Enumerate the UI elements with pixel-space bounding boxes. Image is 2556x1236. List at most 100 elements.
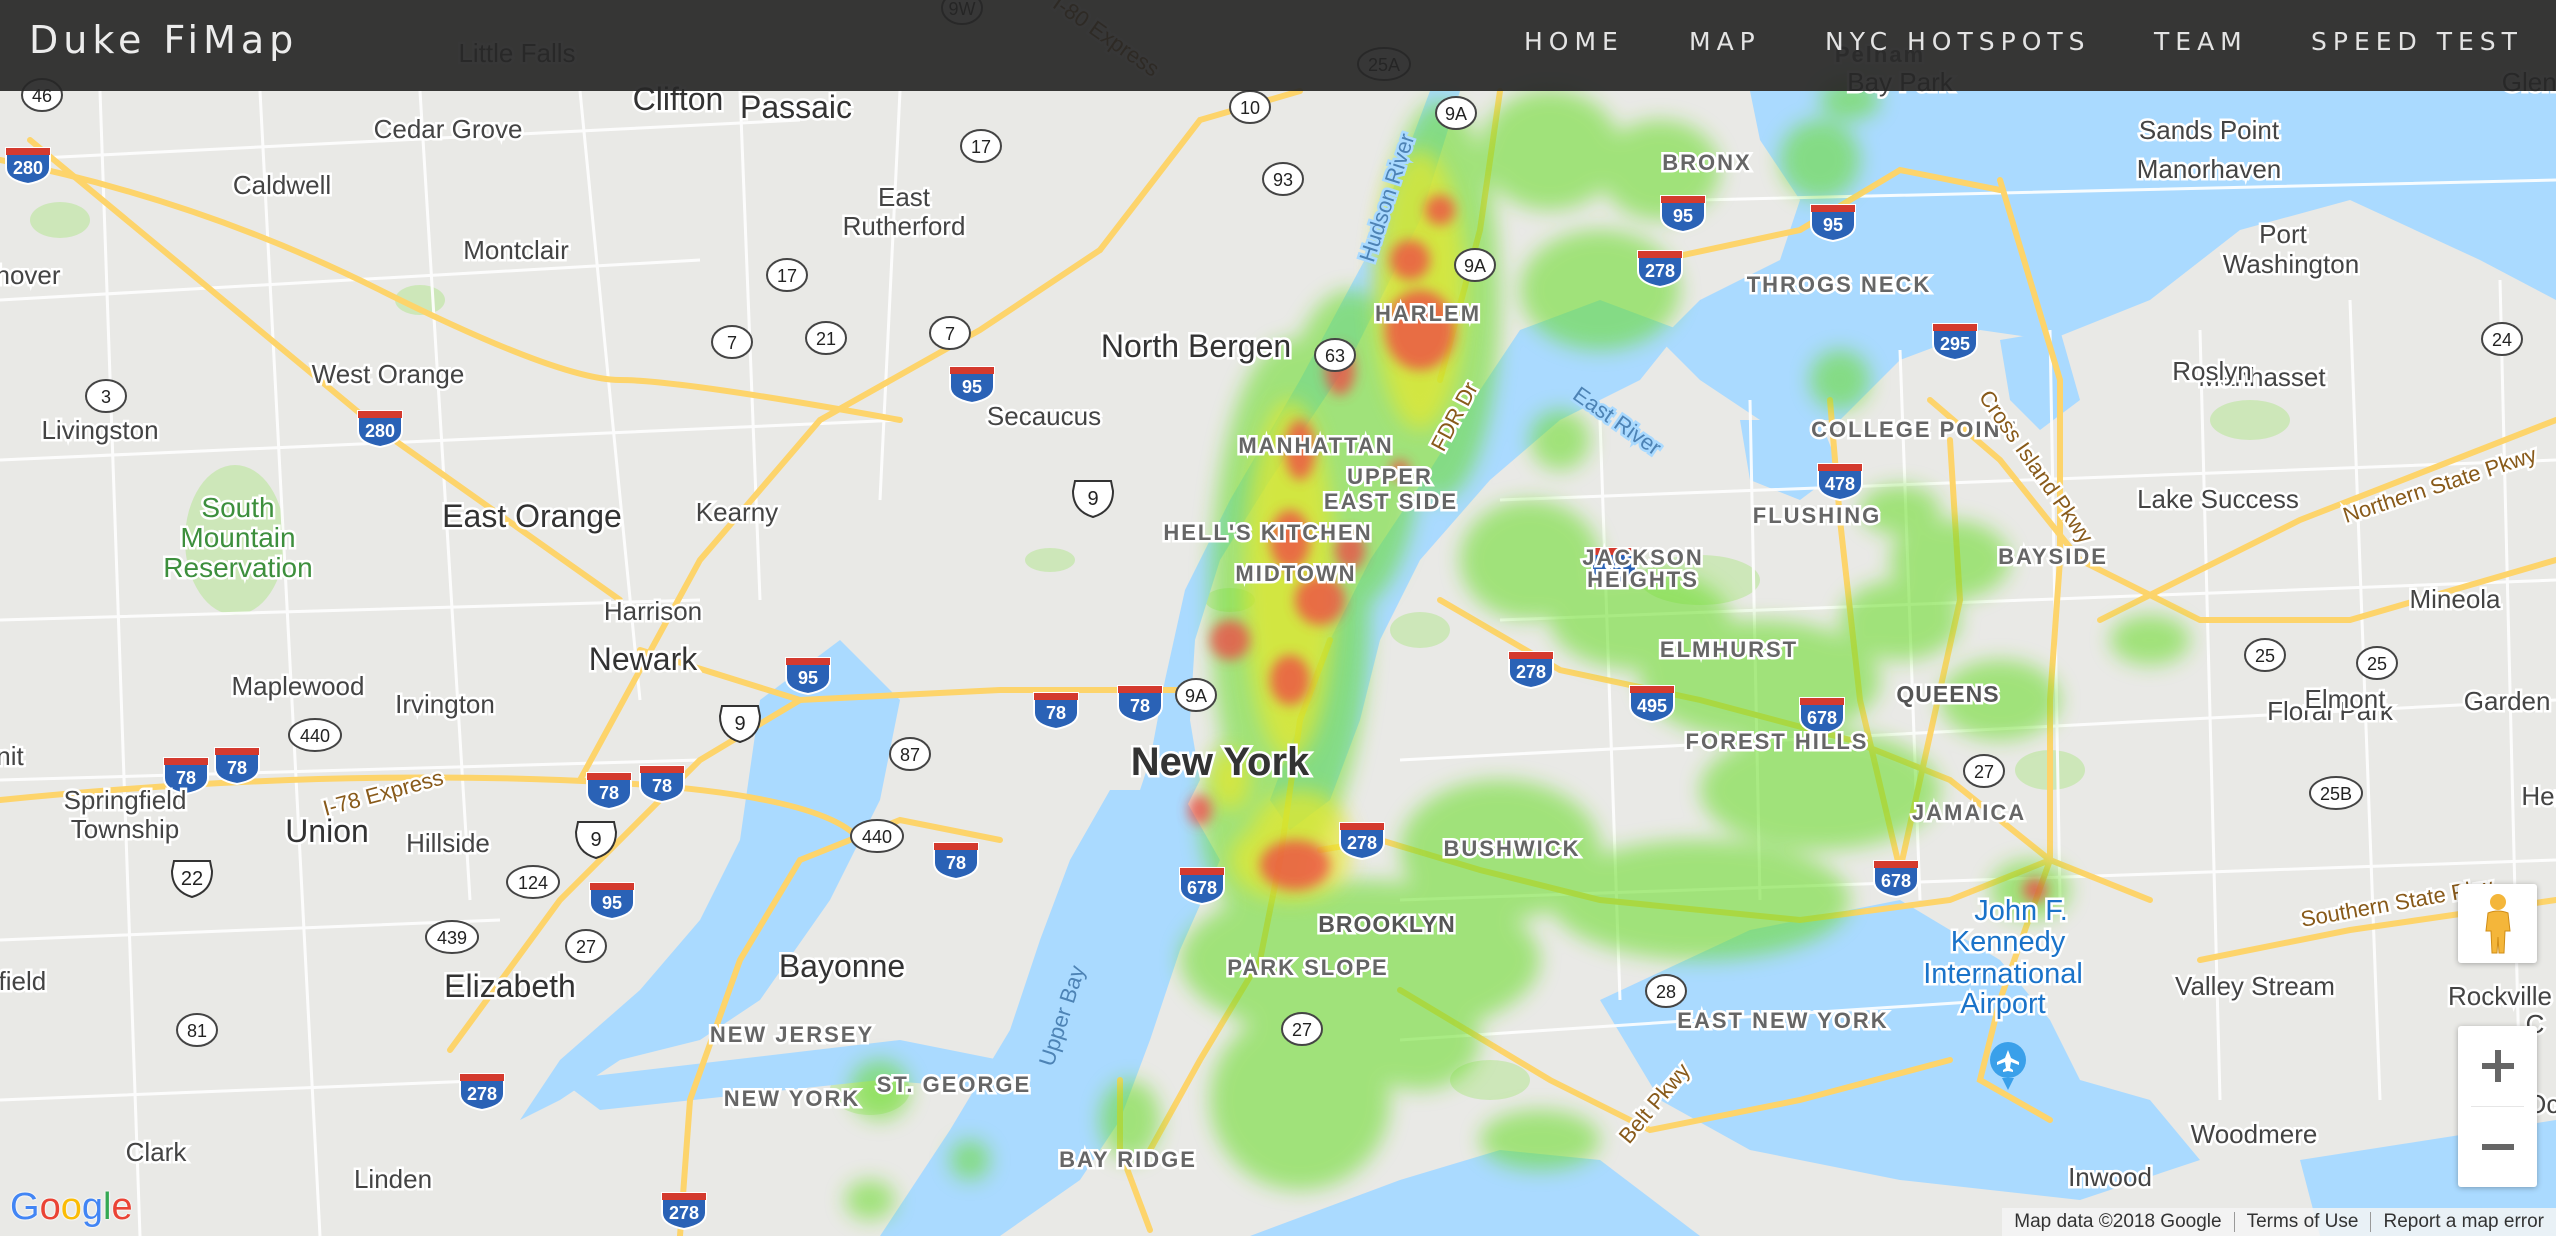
zoom-in-button[interactable] (2458, 1026, 2537, 1106)
svg-text:95: 95 (602, 893, 622, 913)
map-label-city: East Orange (442, 498, 622, 534)
svg-text:78: 78 (227, 758, 247, 778)
map-label-town: Clark (126, 1137, 188, 1167)
svg-text:9: 9 (734, 713, 745, 735)
svg-text:25: 25 (2255, 646, 2275, 666)
map-label-neighborhood: BAY RIDGE (1059, 1147, 1197, 1172)
svg-text:678: 678 (1187, 878, 1217, 898)
map-label-town: Linden (354, 1164, 432, 1194)
svg-text:7: 7 (727, 333, 737, 353)
report-map-error-link[interactable]: Report a map error (2371, 1211, 2556, 1233)
nav-map[interactable]: MAP (1689, 27, 1761, 56)
svg-text:28: 28 (1656, 982, 1676, 1002)
map-label-neighborhood: ST. GEORGE (877, 1072, 1031, 1097)
svg-text:95: 95 (1823, 215, 1843, 235)
map-label-neighborhood: HARLEM (1375, 301, 1481, 326)
state-route-shield-icon: 9A (1435, 96, 1477, 130)
brand-logo[interactable]: Duke FiMap (29, 18, 298, 62)
svg-text:93: 93 (1273, 170, 1293, 190)
svg-text:95: 95 (798, 668, 818, 688)
map-label-town: Mineola (2409, 584, 2501, 614)
interstate-shield-icon: 95 (1660, 195, 1706, 234)
svg-text:478: 478 (1825, 474, 1855, 494)
state-route-shield-icon: 21 (805, 321, 847, 355)
svg-text:495: 495 (1637, 696, 1667, 716)
map-label-town: estfield (0, 966, 46, 996)
map-label-neighborhood: NEW YORK (724, 1086, 861, 1111)
pegman-icon (2484, 893, 2511, 953)
svg-text:87: 87 (900, 745, 920, 765)
map-label-town: Livingston (41, 415, 158, 445)
terms-of-use-link[interactable]: Terms of Use (2235, 1211, 2371, 1233)
svg-text:78: 78 (599, 783, 619, 803)
map-label-town: Irvington (395, 689, 495, 719)
map-label-airport: Airport (1960, 988, 2045, 1020)
svg-text:81: 81 (187, 1021, 207, 1041)
interstate-shield-icon: 280 (357, 410, 403, 449)
map-label-neighborhood: BUSHWICK (1444, 836, 1581, 861)
svg-text:9: 9 (1087, 488, 1098, 510)
state-route-shield-icon: 9A (1175, 678, 1217, 712)
svg-text:27: 27 (576, 937, 596, 957)
map-label-park: Mountain (180, 522, 295, 553)
svg-text:278: 278 (1347, 833, 1377, 853)
interstate-shield-icon: 295 (1932, 323, 1978, 362)
map-label-neighborhood: BAYSIDE (1998, 544, 2108, 569)
interstate-shield-icon: 278 (1637, 250, 1683, 289)
state-route-shield-icon: 81 (176, 1013, 218, 1047)
map-label-town: Rutherford (843, 211, 966, 241)
map-label-neighborhood: ELMHURST (1660, 637, 1798, 662)
svg-text:63: 63 (1325, 346, 1345, 366)
map-label-town: Garden Ci (2464, 686, 2556, 716)
svg-text:678: 678 (1881, 871, 1911, 891)
map-label-town: East (878, 182, 931, 212)
nav-speed-test[interactable]: SPEED TEST (2311, 27, 2523, 56)
map-canvas[interactable]: 2802809595 95959578 7878 787878278278278278… (0, 0, 2556, 1236)
map-label-neighborhood: PARK SLOPE (1227, 955, 1388, 980)
svg-text:95: 95 (1673, 206, 1693, 226)
interstate-shield-icon: 278 (1508, 651, 1554, 690)
interstate-shield-icon: 95 (949, 366, 995, 405)
state-route-shield-icon: 25 (2356, 646, 2398, 680)
interstate-shield-icon: 78 (933, 842, 979, 881)
map-label-town: Elmont (2305, 684, 2387, 714)
interstate-shield-icon: 280 (5, 147, 51, 186)
state-route-shield-icon: 87 (889, 737, 931, 771)
svg-text:22: 22 (181, 868, 203, 890)
nav-home[interactable]: HOME (1524, 27, 1624, 56)
state-route-shield-icon: 7 (929, 316, 971, 350)
svg-text:78: 78 (1130, 696, 1150, 716)
map-label-town: Hemp (2521, 781, 2556, 811)
map-attribution: Map data ©2018 Google Terms of Use Repor… (2002, 1208, 2556, 1236)
map-label-town: Manorhaven (2137, 154, 2282, 184)
map-label-city: North Bergen (1101, 328, 1291, 364)
nav-team[interactable]: TEAM (2154, 27, 2248, 56)
zoom-out-button[interactable] (2458, 1107, 2537, 1187)
street-view-pegman-button[interactable] (2458, 884, 2537, 963)
state-route-shield-icon: 24 (2481, 322, 2523, 356)
map-label-bold: BROOKLYN (1318, 911, 1456, 937)
svg-text:278: 278 (669, 1203, 699, 1223)
map-label-city: Passaic (740, 89, 852, 125)
map-label-neighborhood: FOREST HILLS (1686, 729, 1869, 754)
map-label-town: Maplewood (232, 671, 365, 701)
nav-nyc-hotspots[interactable]: NYC HOTSPOTS (1825, 27, 2091, 56)
svg-text:440: 440 (862, 827, 892, 847)
map-label-city: Bayonne (779, 948, 905, 984)
svg-text:9: 9 (590, 829, 601, 851)
svg-text:3: 3 (101, 387, 111, 407)
state-route-shield-icon: 10 (1229, 90, 1271, 124)
map-label-town: Washington (2223, 249, 2359, 279)
svg-text:95: 95 (962, 377, 982, 397)
map-label-neighborhood: MANHATTAN (1238, 433, 1393, 458)
map-label-town: West Orange (312, 359, 465, 389)
google-logo[interactable]: Google (10, 1186, 133, 1229)
map-label-city: Elizabeth (444, 968, 576, 1004)
map-data-credit: Map data ©2018 Google (2014, 1211, 2222, 1232)
interstate-shield-icon: 278 (1339, 822, 1385, 861)
map-label-neighborhood: COLLEGE POINT (1811, 417, 2017, 442)
map-label-park: South (201, 492, 274, 523)
map-label-town: Sands Point (2139, 115, 2280, 145)
svg-text:17: 17 (971, 137, 991, 157)
map-label-neighborhood: FLUSHING (1753, 503, 1881, 528)
